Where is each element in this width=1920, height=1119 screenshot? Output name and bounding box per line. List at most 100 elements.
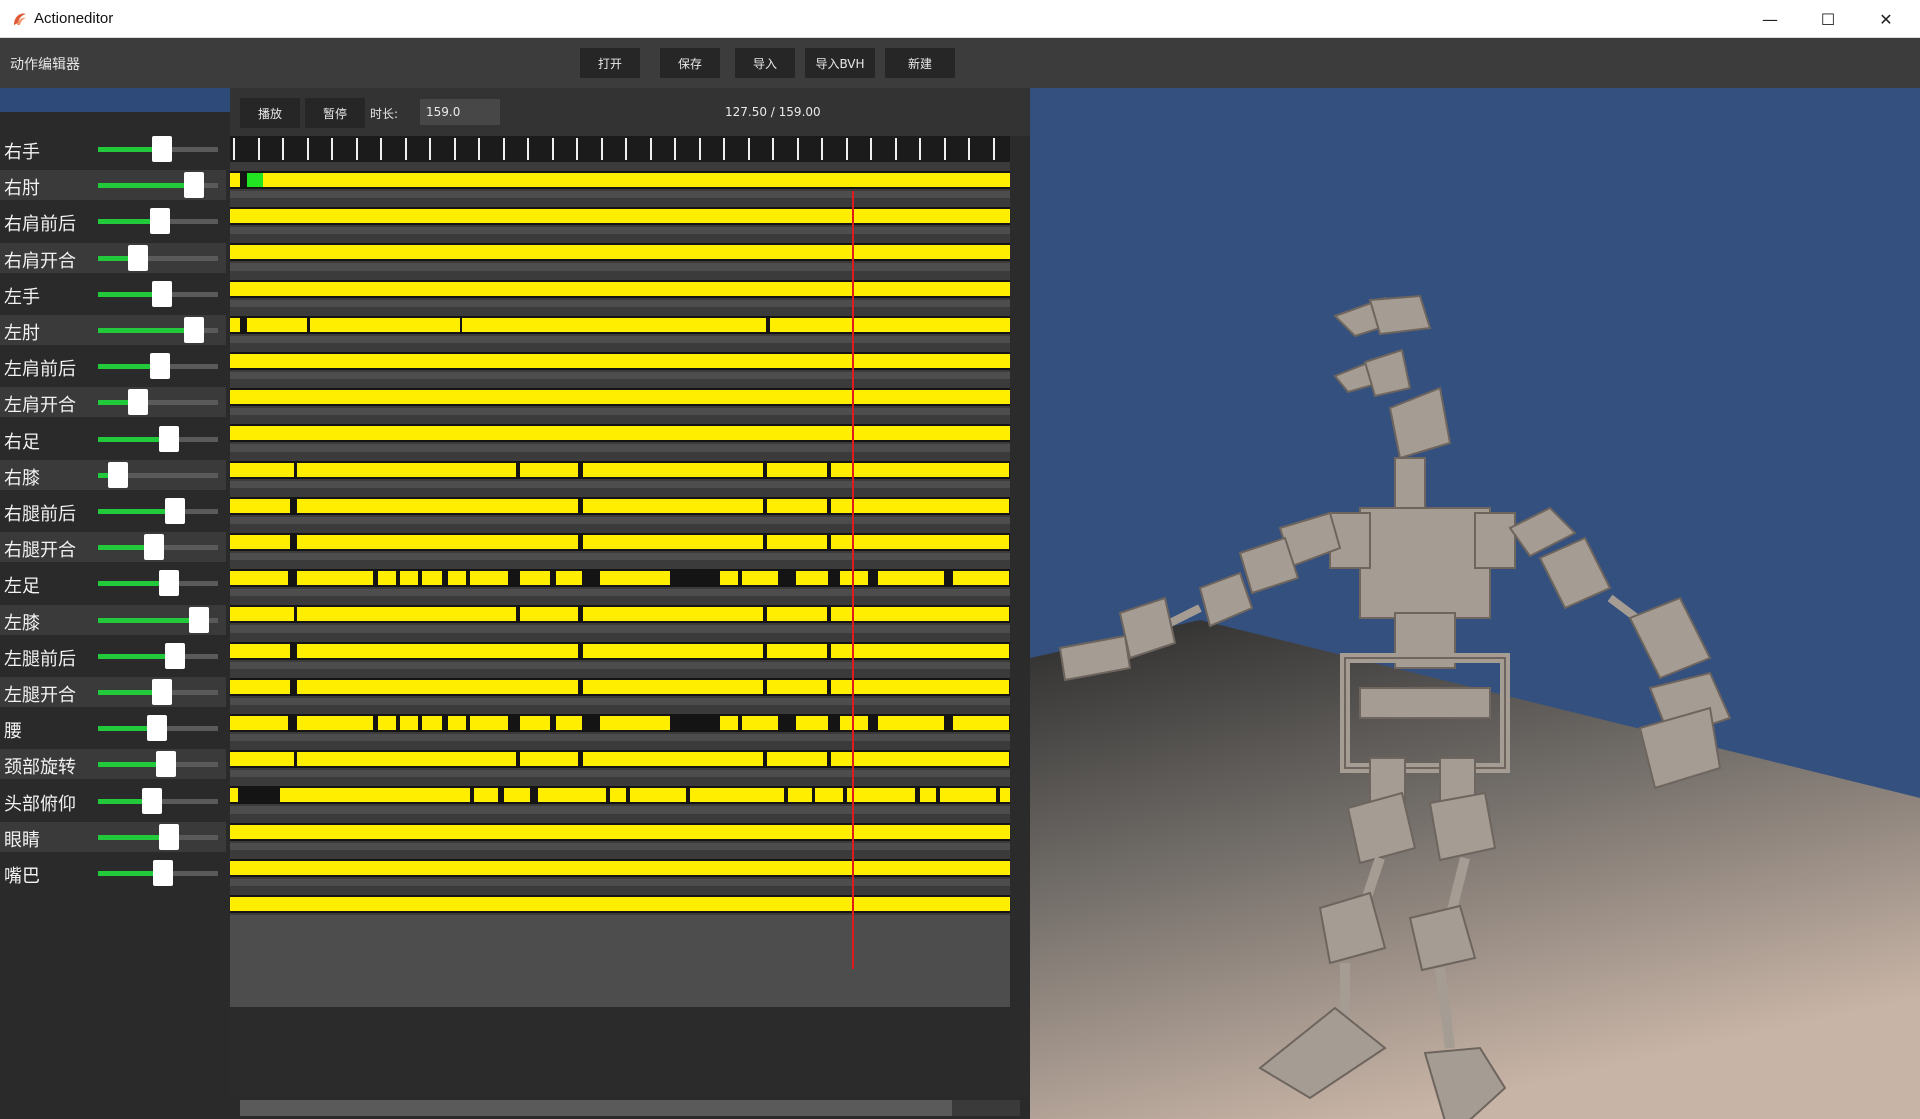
pause-button[interactable]: 暂停 [305, 98, 365, 128]
save-button[interactable]: 保存 [660, 48, 720, 78]
keyframe-segment[interactable] [767, 607, 827, 622]
keyframe-segment[interactable] [520, 607, 578, 622]
joint-slider[interactable] [98, 642, 218, 669]
slider-thumb[interactable] [164, 642, 185, 669]
keyframe-segment[interactable] [247, 317, 307, 332]
keyframe-track[interactable] [230, 596, 1010, 626]
joint-slider[interactable] [98, 606, 218, 633]
slider-thumb[interactable] [184, 172, 204, 199]
open-button[interactable]: 打开 [580, 48, 640, 78]
keyframe-segment[interactable] [742, 571, 778, 586]
keyframe-segment[interactable] [230, 245, 1010, 260]
keyframe-segment[interactable] [230, 390, 1010, 405]
keyframe-segment[interactable] [448, 716, 466, 730]
keyframe-segment[interactable] [583, 535, 763, 549]
keyframe-segment[interactable] [600, 571, 670, 586]
keyframe-segment[interactable] [230, 897, 1010, 911]
joint-slider[interactable] [98, 823, 218, 850]
joint-slider[interactable] [98, 787, 218, 814]
slider-thumb[interactable] [151, 280, 172, 307]
keyframe-segment[interactable] [788, 788, 812, 803]
joint-slider[interactable] [98, 208, 218, 235]
slider-thumb[interactable] [127, 244, 148, 271]
selected-keyframe[interactable] [247, 173, 263, 187]
slider-thumb[interactable] [152, 860, 173, 886]
keyframe-segment[interactable] [378, 571, 396, 586]
slider-thumb[interactable] [151, 679, 172, 705]
keyframe-track[interactable] [230, 270, 1010, 300]
keyframe-segment[interactable] [831, 462, 1009, 477]
keyframe-segment[interactable] [520, 679, 578, 694]
keyframe-segment[interactable] [422, 716, 442, 730]
keyframe-segment[interactable] [422, 571, 442, 586]
keyframe-segment[interactable] [297, 752, 516, 767]
keyframe-segment[interactable] [767, 535, 827, 549]
keyframe-segment[interactable] [230, 607, 294, 622]
keyframe-segment[interactable] [470, 571, 508, 586]
joint-slider[interactable] [98, 534, 218, 561]
keyframe-segment[interactable] [230, 354, 1010, 368]
keyframe-segment[interactable] [1000, 788, 1010, 803]
keyframe-segment[interactable] [230, 679, 290, 694]
keyframe-segment[interactable] [796, 716, 828, 730]
slider-thumb[interactable] [150, 353, 171, 380]
keyframe-track[interactable] [230, 886, 1010, 915]
keyframe-segment[interactable] [378, 716, 396, 730]
keyframe-segment[interactable] [556, 716, 582, 730]
keyframe-segment[interactable] [767, 462, 827, 477]
keyframe-segment[interactable] [297, 498, 523, 513]
joint-slider[interactable] [98, 172, 218, 199]
keyframe-segment[interactable] [583, 607, 763, 622]
keyframe-segment[interactable] [520, 462, 578, 477]
keyframe-track[interactable] [230, 234, 1010, 264]
keyframe-track[interactable] [230, 668, 1010, 698]
keyframe-segment[interactable] [610, 788, 626, 803]
keyframe-segment[interactable] [520, 643, 578, 658]
keyframe-segment[interactable] [230, 317, 240, 332]
keyframe-segment[interactable] [297, 571, 373, 586]
keyframe-segment[interactable] [297, 462, 516, 477]
joint-slider[interactable] [98, 461, 218, 488]
keyframe-segment[interactable] [556, 571, 582, 586]
keyframe-segment[interactable] [297, 679, 523, 694]
keyframe-segment[interactable] [583, 643, 763, 658]
slider-thumb[interactable] [158, 823, 179, 850]
keyframe-segment[interactable] [310, 317, 460, 332]
keyframe-segment[interactable] [831, 607, 1009, 622]
joint-slider[interactable] [98, 679, 218, 705]
new-button[interactable]: 新建 [885, 48, 955, 78]
keyframe-segment[interactable] [953, 716, 1009, 730]
keyframe-track[interactable] [230, 306, 1010, 336]
keyframe-segment[interactable] [230, 535, 290, 549]
joint-slider[interactable] [98, 389, 218, 416]
keyframe-segment[interactable] [400, 716, 418, 730]
keyframe-track[interactable] [230, 813, 1010, 843]
keyframe-segment[interactable] [538, 788, 606, 803]
keyframe-segment[interactable] [520, 498, 578, 513]
import-bvh-button[interactable]: 导入BVH [805, 48, 875, 78]
keyframe-segment[interactable] [920, 788, 936, 803]
keyframe-track[interactable] [230, 343, 1010, 372]
keyframe-track[interactable] [230, 162, 1010, 191]
slider-thumb[interactable] [164, 498, 185, 524]
keyframe-segment[interactable] [462, 317, 766, 332]
maximize-button[interactable]: ☐ [1799, 0, 1857, 38]
keyframe-segment[interactable] [297, 716, 373, 730]
slider-thumb[interactable] [184, 317, 204, 343]
slider-thumb[interactable] [156, 751, 177, 778]
keyframe-segment[interactable] [840, 716, 868, 730]
keyframe-segment[interactable] [230, 643, 290, 658]
keyframe-segment[interactable] [297, 607, 516, 622]
keyframe-segment[interactable] [583, 752, 763, 767]
keyframe-segment[interactable] [230, 860, 1010, 875]
3d-viewport[interactable] [1030, 88, 1920, 1119]
slider-thumb[interactable] [108, 461, 129, 488]
keyframe-track[interactable] [230, 524, 1010, 553]
keyframe-segment[interactable] [690, 788, 784, 803]
keyframe-segment[interactable] [280, 788, 470, 803]
minimize-button[interactable]: — [1741, 0, 1799, 38]
joint-slider[interactable] [98, 498, 218, 524]
keyframe-segment[interactable] [230, 824, 1010, 839]
slider-thumb[interactable] [151, 136, 172, 162]
play-button[interactable]: 播放 [240, 98, 300, 128]
